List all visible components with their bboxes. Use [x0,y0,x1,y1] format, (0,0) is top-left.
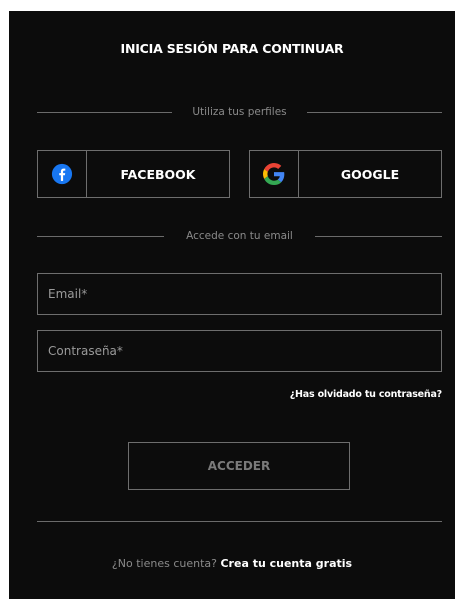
login-panel: INICIA SESIÓN PARA CONTINUAR Utiliza tus… [9,11,455,599]
google-button-label: GOOGLE [340,166,400,182]
forgot-password-link[interactable]: ¿Has olvidado tu contraseña? [290,389,442,400]
google-icon [263,163,285,185]
password-placeholder: Contraseña* [48,344,123,358]
facebook-icon [51,163,73,185]
facebook-button-label: FACEBOOK [120,166,196,182]
signup-prompt: ¿No tienes cuenta? Crea tu cuenta gratis [9,557,455,570]
google-icon-cell [250,151,299,197]
footer-divider [37,521,442,522]
email-divider: Accede con tu email [37,229,442,243]
facebook-icon-cell [38,151,87,197]
facebook-login-button[interactable]: FACEBOOK [37,150,230,198]
no-account-text: ¿No tienes cuenta? [111,557,217,570]
email-placeholder: Email* [48,287,88,301]
create-account-link[interactable]: Crea tu cuenta gratis [220,557,352,570]
email-divider-label: Accede con tu email [186,230,293,242]
password-field[interactable]: Contraseña* [37,330,442,372]
page-title: INICIA SESIÓN PARA CONTINUAR [120,41,344,56]
google-login-button[interactable]: GOOGLE [249,150,442,198]
submit-button-label: ACCEDER [207,459,271,473]
social-divider-label: Utiliza tus perfiles [192,106,287,118]
submit-button[interactable]: ACCEDER [128,442,350,490]
email-field[interactable]: Email* [37,273,442,315]
social-divider: Utiliza tus perfiles [37,105,442,119]
